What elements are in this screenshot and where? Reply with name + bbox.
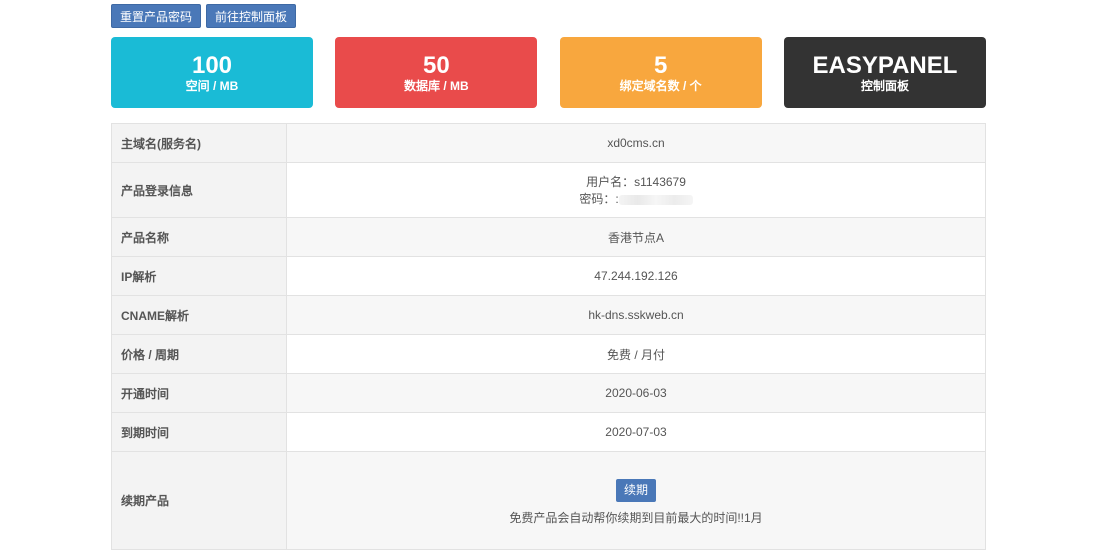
domains-value: 5 xyxy=(653,52,668,79)
expire-time-label: 到期时间 xyxy=(111,412,287,452)
control-panel-value: EASYPANEL xyxy=(812,52,958,79)
space-label: 空间 / MB xyxy=(185,79,239,93)
table-row: IP解析 47.244.192.126 xyxy=(111,256,986,296)
renew-cell: 续期 免费产品会自动帮你续期到目前最大的时间!!1月 xyxy=(286,451,986,550)
table-row: 主域名(服务名) xd0cms.cn xyxy=(111,123,986,163)
renew-note: 免费产品会自动帮你续期到目前最大的时间!!1月 xyxy=(509,511,763,525)
table-row: 开通时间 2020-06-03 xyxy=(111,373,986,413)
goto-control-panel-button[interactable]: 前往控制面板 xyxy=(206,4,297,28)
login-info-label: 产品登录信息 xyxy=(111,162,287,218)
password-prefix: 密码：: xyxy=(579,192,619,206)
ip-label: IP解析 xyxy=(111,256,287,296)
database-card: 50 数据库 / MB xyxy=(335,37,538,108)
database-value: 50 xyxy=(422,52,450,79)
database-label: 数据库 / MB xyxy=(403,79,469,93)
control-panel-label: 控制面板 xyxy=(860,79,909,93)
main-domain-label: 主域名(服务名) xyxy=(111,123,287,163)
reset-password-button[interactable]: 重置产品密码 xyxy=(111,4,202,28)
cname-label: CNAME解析 xyxy=(111,295,287,335)
product-name-value: 香港节点A xyxy=(286,217,986,257)
ip-value: 47.244.192.126 xyxy=(286,256,986,296)
toolbar: 重置产品密码 前往控制面板 xyxy=(111,4,297,28)
username-line: 用户名：s1143679 xyxy=(586,175,686,189)
table-row: 续期产品 续期 免费产品会自动帮你续期到目前最大的时间!!1月 xyxy=(111,451,986,550)
product-info-table: 主域名(服务名) xd0cms.cn 产品登录信息 用户名：s1143679 密… xyxy=(111,123,986,550)
login-info-value: 用户名：s1143679 密码：: xyxy=(286,162,986,218)
renew-button[interactable]: 续期 xyxy=(615,479,656,502)
domains-label: 绑定域名数 / 个 xyxy=(619,79,702,93)
open-time-value: 2020-06-03 xyxy=(286,373,986,413)
cname-value: hk-dns.sskweb.cn xyxy=(286,295,986,335)
open-time-label: 开通时间 xyxy=(111,373,287,413)
password-line: 密码：: xyxy=(288,190,984,207)
table-row: CNAME解析 hk-dns.sskweb.cn xyxy=(111,295,986,335)
table-row: 价格 / 周期 免费 / 月付 xyxy=(111,334,986,374)
table-row: 产品名称 香港节点A xyxy=(111,217,986,257)
expire-time-value: 2020-07-03 xyxy=(286,412,986,452)
price-label: 价格 / 周期 xyxy=(111,334,287,374)
control-panel-card[interactable]: EASYPANEL 控制面板 xyxy=(783,37,986,108)
space-card: 100 空间 / MB xyxy=(111,37,313,108)
price-value: 免费 / 月付 xyxy=(286,334,986,374)
domains-card: 5 绑定域名数 / 个 xyxy=(559,37,762,108)
main-domain-value: xd0cms.cn xyxy=(286,123,986,163)
table-row: 到期时间 2020-07-03 xyxy=(111,412,986,452)
renew-label: 续期产品 xyxy=(111,451,287,550)
stat-cards: 100 空间 / MB 50 数据库 / MB 5 绑定域名数 / 个 EASY… xyxy=(111,37,986,108)
password-masked xyxy=(618,194,693,205)
product-name-label: 产品名称 xyxy=(111,217,287,257)
space-value: 100 xyxy=(191,52,233,79)
table-row: 产品登录信息 用户名：s1143679 密码：: xyxy=(111,162,986,218)
